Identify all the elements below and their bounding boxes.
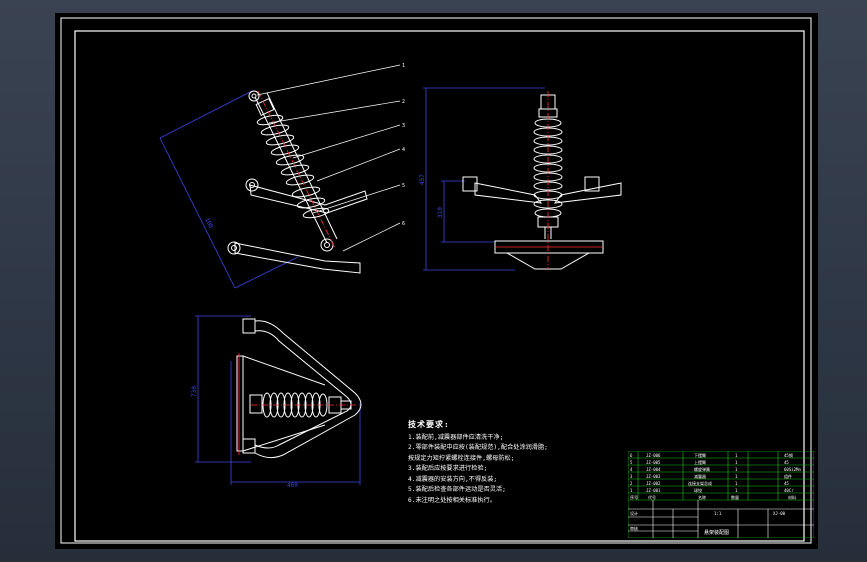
cad-viewport[interactable]: 100 1 2 3 4 5 6 457 310 730 460 技术要求: 1.… [0, 0, 867, 562]
bom-cell: JZ-004 [646, 467, 661, 472]
leader-numbers: 1 2 3 4 5 6 [402, 63, 405, 227]
note-line: 2.零部件装配中应按(装配规范),配合处涂润滑脂; [408, 444, 548, 451]
bom-cell: 1 [735, 488, 738, 493]
bom-header: 序号 [630, 494, 638, 500]
bom-header: 数量 [731, 494, 739, 500]
bom-cell: 6 [630, 453, 633, 458]
technical-notes: 技术要求: 1.装配前,减震器部件应清洗干净; 2.零部件装配中应按(装配规范)… [408, 420, 648, 506]
bom-cell: 1 [735, 481, 738, 486]
slant-dimension [159, 90, 299, 289]
bom-cell: 螺旋弹簧 [694, 466, 710, 472]
leader-number: 6 [402, 221, 405, 227]
leader-lines [256, 64, 401, 252]
leader-number: 5 [402, 183, 405, 189]
title-drawing-no: XJ-00 [773, 511, 786, 516]
bom-cell: 45 [784, 481, 789, 486]
bom-cell: 减震器 [694, 473, 706, 479]
dim-front-lower: 310 [437, 207, 444, 218]
bom-cell: JZ-002 [646, 481, 661, 486]
drawing-sheet[interactable]: 100 1 2 3 4 5 6 457 310 730 460 技术要求: 1.… [55, 13, 818, 549]
bom-cell: JZ-005 [646, 460, 661, 465]
bom-cell: JZ-003 [646, 474, 661, 479]
bom-cell: 4 [630, 467, 633, 472]
bom-cell: 60Si2Mn [784, 467, 801, 472]
note-line: 5.装配后检查各部件运动是否灵活; [408, 486, 506, 493]
bom-header: 材料 [788, 494, 796, 500]
notes-heading: 技术要求: [408, 420, 450, 429]
title-block: 6 JZ-006 下摆臂 1 45钢 5 JZ-005 上摆臂 1 45 4 J… [628, 451, 814, 538]
title-checker: 审核 [630, 525, 638, 531]
note-line: 6.未注明之处按相关标准执行。 [408, 496, 496, 504]
leader-number: 3 [402, 123, 405, 129]
bom-cell: 连接支架总成 [688, 480, 712, 486]
bom-header: 名称 [698, 494, 706, 500]
bom-cell: JZ-006 [646, 453, 661, 458]
bom-cell: 1 [735, 460, 738, 465]
bom-cell: JZ-001 [646, 488, 661, 493]
bom-cell: 45 [784, 460, 789, 465]
bom-cell: 组件 [784, 473, 792, 479]
dim-front-height: 457 [419, 174, 426, 185]
note-line: 4.减震器的安装方向,不得反装; [408, 475, 498, 483]
bom-cell: 下摆臂 [694, 452, 706, 458]
title-name: 悬架装配图 [704, 529, 729, 536]
dim-top-height: 730 [191, 386, 198, 397]
bom-cell: 1 [735, 474, 738, 479]
side-view: 100 1 2 3 4 5 6 [159, 63, 405, 289]
bom-header: 代号 [648, 494, 656, 500]
note-line: 1.装配前,减震器部件应清洗干净; [408, 433, 504, 441]
note-line: 3.装配后应按要求进行检验; [408, 465, 488, 472]
bom-cell: 1 [630, 488, 633, 493]
title-scale: 1:1 [714, 511, 722, 516]
bom-cell: 上摆臂 [694, 459, 706, 465]
leader-number: 4 [402, 147, 405, 153]
front-view: 457 310 [419, 87, 622, 271]
title-designer: 设计 [630, 510, 638, 516]
leader-number: 2 [402, 99, 405, 105]
bom-cell: 40Cr [784, 488, 794, 493]
bom-cell: 球铰 [694, 487, 702, 493]
top-view: 730 460 [191, 315, 362, 489]
bom-cell: 45钢 [784, 452, 793, 458]
leader-number: 1 [402, 63, 405, 69]
dim-top-width: 460 [287, 482, 298, 489]
bom-cell: 5 [630, 460, 633, 465]
note-line: 按规定力矩拧紧螺栓连接件,螺母防松; [408, 454, 515, 462]
side-center-line [257, 90, 336, 249]
bom-cell: 1 [735, 453, 738, 458]
bom-cell: 2 [630, 481, 633, 486]
bom-cell: 1 [735, 467, 738, 472]
bom-cell: 3 [630, 474, 633, 479]
